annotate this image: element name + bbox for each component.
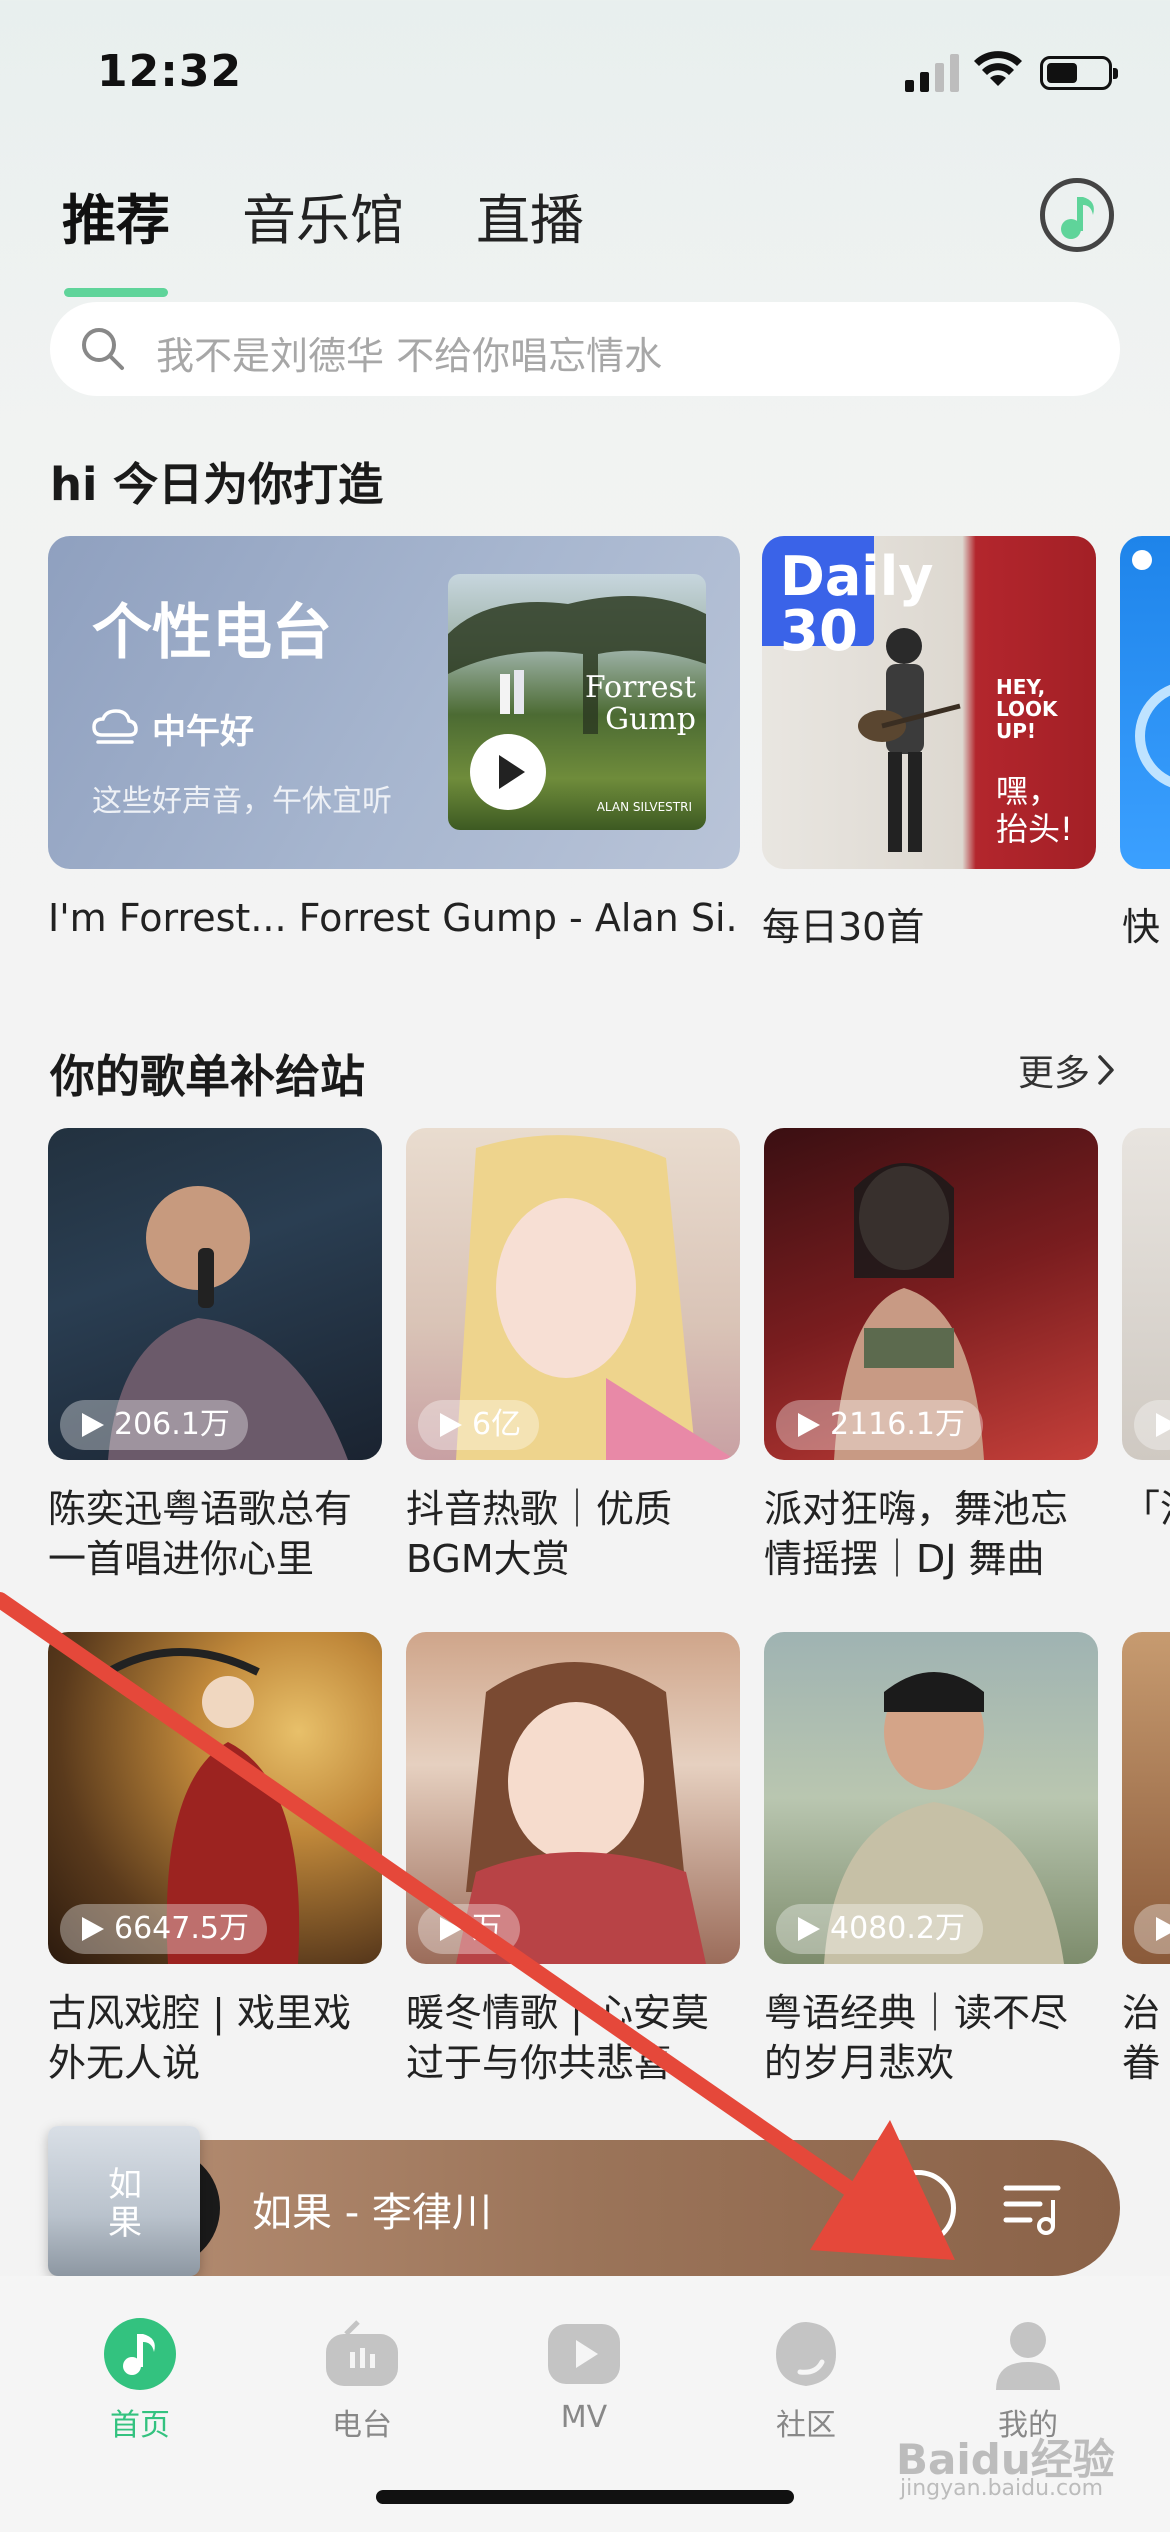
top-tabs: 推荐 音乐馆 直播 xyxy=(62,176,584,297)
third-caption: 快 xyxy=(1122,905,1161,949)
cover-credit: ALAN SILVESTRI xyxy=(596,800,692,814)
radio-title: 个性电台 xyxy=(92,598,332,668)
tab-mv[interactable]: MV xyxy=(504,2276,664,2435)
music-note-icon xyxy=(104,2318,176,2390)
radio-description: 这些好声音，午休宜听 xyxy=(92,784,392,819)
tab-label: MV xyxy=(560,2400,608,2435)
daily-caption: 每日30首 xyxy=(762,905,925,949)
play-count: 2116.1万 xyxy=(776,1400,983,1450)
tab-label: 首页 xyxy=(110,2408,170,2443)
section-title-playlists: 你的歌单补给站 xyxy=(50,1050,366,1103)
more-label: 更多 xyxy=(1018,1053,1091,1094)
playlist-queue-icon[interactable] xyxy=(1000,2176,1064,2240)
playlist-tile[interactable]: 2116.1万 xyxy=(764,1128,1098,1460)
annotation-arrow-icon xyxy=(0,1592,955,2260)
radio-greeting: 中午好 xyxy=(92,704,254,753)
tab-music-hall[interactable]: 音乐馆 xyxy=(242,176,404,255)
section-title-today: hi 今日为你打造 xyxy=(50,458,384,511)
playlist-title: 治眷 xyxy=(1122,1991,1161,2085)
tab-recommend[interactable]: 推荐 xyxy=(62,176,170,297)
tab-community[interactable]: 社区 xyxy=(726,2276,886,2444)
radio-album-cover: Forrest Gump ALAN SILVESTRI xyxy=(448,574,706,830)
daily-hey-text: HEY, LOOK UP! xyxy=(996,675,1058,743)
partial-card-art xyxy=(1132,550,1170,788)
play-count xyxy=(1134,1904,1170,1954)
playlist-tile[interactable]: 6亿 xyxy=(406,1128,740,1460)
daily-number: 30 xyxy=(780,599,858,664)
personal-radio-card[interactable]: 个性电台 中午好 这些好声音，午休宜听 Forrest Gump ALAN SI… xyxy=(48,536,740,869)
daily-title: Daily xyxy=(780,545,934,608)
cellular-signal-icon xyxy=(905,50,961,92)
radio-caption: I'm Forrest... Forrest Gump - Alan Si... xyxy=(48,896,740,940)
tab-me[interactable]: 我的 xyxy=(948,2276,1108,2444)
tab-label: 电台 xyxy=(332,2408,392,2443)
user-icon xyxy=(992,2318,1064,2390)
radio-play-button[interactable] xyxy=(470,734,546,810)
video-play-icon xyxy=(548,2318,620,2390)
tab-radio[interactable]: 电台 xyxy=(282,2276,442,2444)
daily-30-card[interactable]: Daily 30 HEY, LOOK UP! 嘿， 抬头! xyxy=(762,536,1096,869)
search-placeholder: 我不是刘德华 不给你唱忘情水 xyxy=(156,334,663,378)
chevron-right-icon xyxy=(1098,1055,1114,1085)
status-time: 12:32 xyxy=(97,46,243,97)
more-link[interactable]: 更多 xyxy=(1018,1044,1116,1096)
playlist-tile[interactable] xyxy=(1122,1128,1170,1460)
play-count: 206.1万 xyxy=(60,1400,248,1450)
search-icon xyxy=(82,328,124,370)
cover-title: Forrest Gump xyxy=(584,670,696,737)
home-indicator xyxy=(376,2490,794,2504)
playlist-tile[interactable] xyxy=(1122,1632,1170,1964)
tab-live[interactable]: 直播 xyxy=(476,176,584,255)
community-icon xyxy=(770,2318,842,2390)
radio-subtitle: 中午好 xyxy=(152,712,254,752)
cloud-icon xyxy=(92,708,138,744)
third-recommend-card[interactable] xyxy=(1120,536,1170,869)
battery-icon xyxy=(1040,56,1118,90)
music-note-icon xyxy=(1061,197,1094,239)
playlist-title: 「消 xyxy=(1122,1487,1170,1531)
music-recognition-button[interactable] xyxy=(1040,178,1114,252)
radio-icon xyxy=(326,2318,398,2390)
wifi-icon xyxy=(974,51,1022,86)
tab-home[interactable]: 首页 xyxy=(60,2276,220,2444)
play-count: 6亿 xyxy=(418,1400,540,1450)
playlist-tile[interactable]: 206.1万 xyxy=(48,1128,382,1460)
search-bar[interactable]: 我不是刘德华 不给你唱忘情水 xyxy=(50,302,1120,396)
watermark-url: jingyan.baidu.com xyxy=(900,2476,1104,2501)
daily-cn-text: 嘿， 抬头! xyxy=(996,772,1073,848)
tab-label: 社区 xyxy=(776,2408,836,2443)
play-count xyxy=(1134,1400,1170,1450)
